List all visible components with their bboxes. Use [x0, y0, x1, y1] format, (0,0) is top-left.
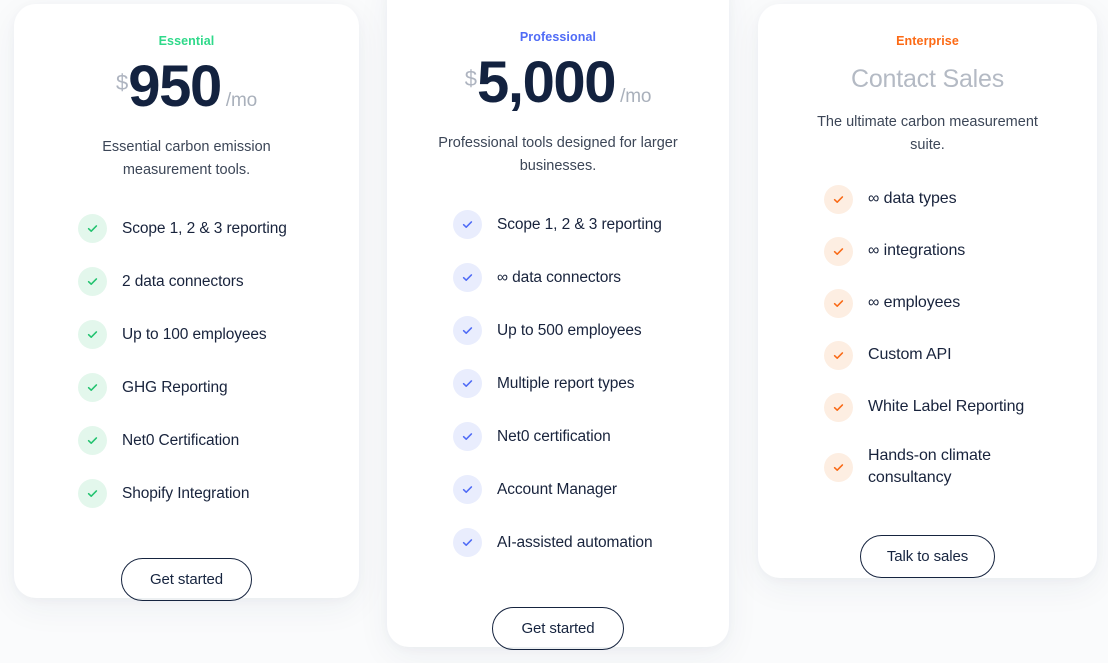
plan-card-essential[interactable]: Essential $ 950 /mo Essential carbon emi… [14, 4, 359, 601]
feature-item: Net0 Certification [78, 425, 335, 455]
feature-item: White Label Reporting [824, 392, 1073, 422]
check-icon [453, 209, 482, 239]
plan-card-professional[interactable]: Professional $ 5,000 /mo Professional to… [387, 0, 729, 650]
cta-container-professional: Get started [411, 606, 705, 650]
feature-label: ∞ employees [868, 294, 961, 312]
check-icon [824, 392, 853, 422]
feature-item: ∞ data connectors [453, 262, 705, 292]
feature-item: ∞ employees [824, 288, 1073, 318]
plan-tagline-essential: Essential carbon emission measurement to… [102, 138, 271, 179]
plan-name-professional: Professional [519, 30, 597, 44]
plan-price-professional: $ 5,000 /mo [411, 50, 705, 115]
get-started-button-professional[interactable]: Get started [492, 606, 624, 650]
cta-container-enterprise: Talk to sales [782, 535, 1073, 579]
plan-tagline-enterprise: The ultimate carbon measurement suite. [817, 114, 1038, 154]
price-amount: 950 [128, 54, 222, 119]
feature-label: Up to 500 employees [497, 321, 642, 339]
check-icon [78, 478, 107, 508]
feature-label: 2 data connectors [122, 272, 244, 290]
price-amount: 5,000 [477, 50, 617, 115]
feature-list-essential: Scope 1, 2 & 3 reporting 2 data connecto… [38, 213, 335, 508]
feature-label: Net0 Certification [122, 431, 240, 449]
pricing-plans-container: Essential $ 950 /mo Essential carbon emi… [0, 0, 1108, 663]
plan-contact-sales-label: Contact Sales [850, 65, 1005, 93]
check-icon [453, 527, 482, 557]
feature-label: Account Manager [497, 480, 617, 498]
feature-label: GHG Reporting [122, 378, 228, 396]
check-icon [78, 372, 107, 402]
check-icon [453, 421, 482, 451]
price-currency-symbol: $ [116, 70, 129, 95]
plan-card-enterprise[interactable]: Enterprise Contact Sales The ultimate ca… [758, 4, 1097, 579]
plan-name-essential: Essential [158, 34, 215, 48]
check-icon [824, 340, 853, 370]
feature-item: GHG Reporting [78, 372, 335, 402]
check-icon [453, 315, 482, 345]
feature-label: ∞ data connectors [497, 268, 621, 286]
feature-item: Custom API [824, 340, 1073, 370]
feature-label: ∞ data types [868, 190, 957, 208]
feature-item: ∞ data types [824, 184, 1073, 214]
check-icon [78, 425, 107, 455]
feature-list-enterprise: ∞ data types ∞ integrations ∞ employees … [782, 184, 1073, 489]
feature-label: Net0 certification [497, 427, 611, 445]
feature-label: Hands-on climate consultancy [868, 446, 991, 487]
feature-label: AI-assisted automation [497, 533, 653, 551]
check-icon [78, 266, 107, 296]
feature-item: Shopify Integration [78, 478, 335, 508]
plan-name-enterprise: Enterprise [896, 34, 959, 48]
check-icon [78, 319, 107, 349]
feature-label: Scope 1, 2 & 3 reporting [122, 219, 287, 237]
feature-label: ∞ integrations [868, 242, 966, 260]
check-icon [78, 213, 107, 243]
feature-item: ∞ integrations [824, 236, 1073, 266]
check-icon [824, 452, 853, 482]
talk-to-sales-button[interactable]: Talk to sales [859, 535, 996, 579]
feature-label: Shopify Integration [122, 484, 250, 502]
feature-item: Scope 1, 2 & 3 reporting [78, 213, 335, 243]
price-period: /mo [225, 90, 257, 111]
check-icon [824, 184, 853, 214]
feature-item: 2 data connectors [78, 266, 335, 296]
check-icon [453, 368, 482, 398]
feature-label: White Label Reporting [868, 398, 1025, 416]
feature-item: Up to 100 employees [78, 319, 335, 349]
check-icon [453, 262, 482, 292]
feature-label: Scope 1, 2 & 3 reporting [497, 215, 662, 233]
feature-item: AI-assisted automation [453, 527, 705, 557]
plan-tagline-professional: Professional tools designed for larger b… [438, 134, 678, 175]
check-icon [824, 288, 853, 318]
price-currency-symbol: $ [464, 66, 477, 91]
feature-list-professional: Scope 1, 2 & 3 reporting ∞ data connecto… [411, 209, 705, 557]
cta-container-essential: Get started [38, 557, 335, 601]
feature-item: Scope 1, 2 & 3 reporting [453, 209, 705, 239]
feature-item: Multiple report types [453, 368, 705, 398]
feature-label: Up to 100 employees [122, 325, 267, 343]
price-period: /mo [620, 86, 652, 107]
get-started-button-essential[interactable]: Get started [120, 557, 253, 601]
check-icon [824, 236, 853, 266]
plan-price-essential: $ 950 /mo [38, 54, 335, 119]
check-icon [453, 474, 482, 504]
feature-label: Multiple report types [497, 374, 635, 392]
feature-item: Net0 certification [453, 421, 705, 451]
feature-item: Hands-on climate consultancy [824, 445, 1073, 489]
feature-item: Account Manager [453, 474, 705, 504]
feature-item: Up to 500 employees [453, 315, 705, 345]
feature-label: Custom API [868, 346, 952, 364]
